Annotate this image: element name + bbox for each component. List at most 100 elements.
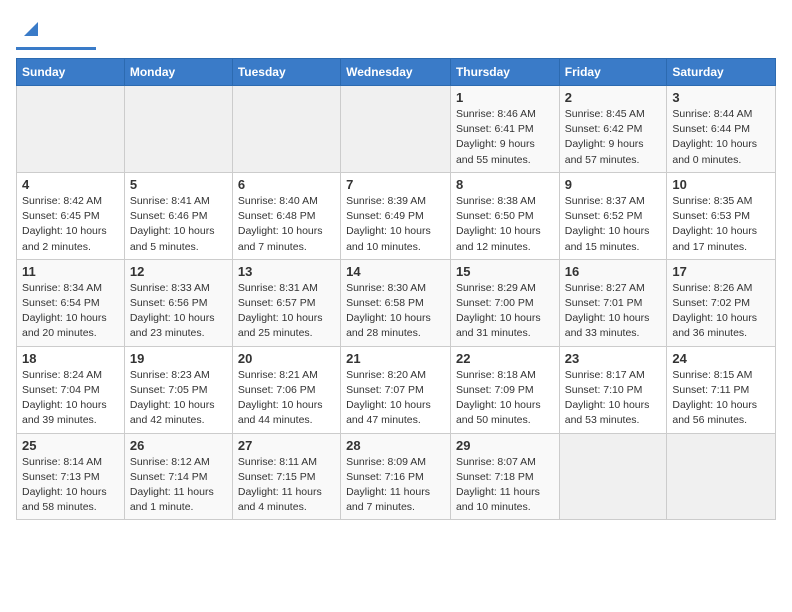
calendar-cell: 5 Sunrise: 8:41 AM Sunset: 6:46 PM Daylig… xyxy=(124,172,232,259)
day-info: Sunrise: 8:21 AM Sunset: 7:06 PM Dayligh… xyxy=(238,368,335,429)
day-number: 18 xyxy=(22,351,119,366)
day-number: 26 xyxy=(130,438,227,453)
day-number: 29 xyxy=(456,438,554,453)
calendar-cell: 20 Sunrise: 8:21 AM Sunset: 7:06 PM Dayli… xyxy=(232,346,340,433)
calendar-cell: 11 Sunrise: 8:34 AM Sunset: 6:54 PM Dayli… xyxy=(17,259,125,346)
calendar-cell: 26Sunrise: 8:12 AM Sunset: 7:14 PM Dayli… xyxy=(124,433,232,520)
day-number: 19 xyxy=(130,351,227,366)
day-info: Sunrise: 8:15 AM Sunset: 7:11 PM Dayligh… xyxy=(672,368,770,429)
calendar-cell: 23 Sunrise: 8:17 AM Sunset: 7:10 PM Dayli… xyxy=(559,346,667,433)
day-number: 16 xyxy=(565,264,662,279)
calendar-cell xyxy=(341,86,451,173)
day-number: 13 xyxy=(238,264,335,279)
calendar-cell: 10 Sunrise: 8:35 AM Sunset: 6:53 PM Dayli… xyxy=(667,172,776,259)
calendar-cell: 8Sunrise: 8:38 AM Sunset: 6:50 PM Daylig… xyxy=(450,172,559,259)
calendar-table: SundayMondayTuesdayWednesdayThursdayFrid… xyxy=(16,58,776,520)
day-number: 28 xyxy=(346,438,445,453)
header-tuesday: Tuesday xyxy=(232,59,340,86)
calendar-cell: 21 Sunrise: 8:20 AM Sunset: 7:07 PM Dayli… xyxy=(341,346,451,433)
day-number: 22 xyxy=(456,351,554,366)
day-info: Sunrise: 8:41 AM Sunset: 6:46 PM Dayligh… xyxy=(130,194,227,255)
header-sunday: Sunday xyxy=(17,59,125,86)
calendar-cell: 15 Sunrise: 8:29 AM Sunset: 7:00 PM Dayli… xyxy=(450,259,559,346)
calendar-cell: 7Sunrise: 8:39 AM Sunset: 6:49 PM Daylig… xyxy=(341,172,451,259)
header-saturday: Saturday xyxy=(667,59,776,86)
calendar-cell: 2 Sunrise: 8:45 AM Sunset: 6:42 PM Daylig… xyxy=(559,86,667,173)
calendar-week-2: 4 Sunrise: 8:42 AM Sunset: 6:45 PM Daylig… xyxy=(17,172,776,259)
day-info: Sunrise: 8:17 AM Sunset: 7:10 PM Dayligh… xyxy=(565,368,662,429)
day-number: 4 xyxy=(22,177,119,192)
logo xyxy=(16,16,96,50)
calendar-cell: 13Sunrise: 8:31 AM Sunset: 6:57 PM Dayli… xyxy=(232,259,340,346)
calendar-week-1: 1Sunrise: 8:46 AM Sunset: 6:41 PM Daylig… xyxy=(17,86,776,173)
day-number: 27 xyxy=(238,438,335,453)
day-number: 2 xyxy=(565,90,662,105)
calendar-cell: 28 Sunrise: 8:09 AM Sunset: 7:16 PM Dayli… xyxy=(341,433,451,520)
header-friday: Friday xyxy=(559,59,667,86)
calendar-week-3: 11 Sunrise: 8:34 AM Sunset: 6:54 PM Dayli… xyxy=(17,259,776,346)
calendar-cell: 25 Sunrise: 8:14 AM Sunset: 7:13 PM Dayli… xyxy=(17,433,125,520)
day-info: Sunrise: 8:24 AM Sunset: 7:04 PM Dayligh… xyxy=(22,368,119,429)
logo-icon xyxy=(20,18,42,40)
day-number: 17 xyxy=(672,264,770,279)
day-number: 1 xyxy=(456,90,554,105)
header-monday: Monday xyxy=(124,59,232,86)
calendar-cell xyxy=(559,433,667,520)
day-info: Sunrise: 8:14 AM Sunset: 7:13 PM Dayligh… xyxy=(22,455,119,516)
calendar-cell: 1Sunrise: 8:46 AM Sunset: 6:41 PM Daylig… xyxy=(450,86,559,173)
header-thursday: Thursday xyxy=(450,59,559,86)
calendar-cell: 4 Sunrise: 8:42 AM Sunset: 6:45 PM Daylig… xyxy=(17,172,125,259)
day-info: Sunrise: 8:37 AM Sunset: 6:52 PM Dayligh… xyxy=(565,194,662,255)
day-number: 20 xyxy=(238,351,335,366)
day-number: 15 xyxy=(456,264,554,279)
day-number: 9 xyxy=(565,177,662,192)
day-info: Sunrise: 8:18 AM Sunset: 7:09 PM Dayligh… xyxy=(456,368,554,429)
day-number: 12 xyxy=(130,264,227,279)
day-number: 6 xyxy=(238,177,335,192)
calendar-cell: 12 Sunrise: 8:33 AM Sunset: 6:56 PM Dayli… xyxy=(124,259,232,346)
calendar-header-row: SundayMondayTuesdayWednesdayThursdayFrid… xyxy=(17,59,776,86)
day-info: Sunrise: 8:27 AM Sunset: 7:01 PM Dayligh… xyxy=(565,281,662,342)
day-info: Sunrise: 8:35 AM Sunset: 6:53 PM Dayligh… xyxy=(672,194,770,255)
day-info: Sunrise: 8:30 AM Sunset: 6:58 PM Dayligh… xyxy=(346,281,445,342)
day-number: 21 xyxy=(346,351,445,366)
day-info: Sunrise: 8:11 AM Sunset: 7:15 PM Dayligh… xyxy=(238,455,335,516)
day-number: 5 xyxy=(130,177,227,192)
day-info: Sunrise: 8:44 AM Sunset: 6:44 PM Dayligh… xyxy=(672,107,770,168)
day-info: Sunrise: 8:29 AM Sunset: 7:00 PM Dayligh… xyxy=(456,281,554,342)
calendar-cell: 14 Sunrise: 8:30 AM Sunset: 6:58 PM Dayli… xyxy=(341,259,451,346)
day-info: Sunrise: 8:33 AM Sunset: 6:56 PM Dayligh… xyxy=(130,281,227,342)
calendar-cell: 19 Sunrise: 8:23 AM Sunset: 7:05 PM Dayli… xyxy=(124,346,232,433)
calendar-cell: 3 Sunrise: 8:44 AM Sunset: 6:44 PM Daylig… xyxy=(667,86,776,173)
day-info: Sunrise: 8:34 AM Sunset: 6:54 PM Dayligh… xyxy=(22,281,119,342)
day-number: 25 xyxy=(22,438,119,453)
day-info: Sunrise: 8:42 AM Sunset: 6:45 PM Dayligh… xyxy=(22,194,119,255)
day-info: Sunrise: 8:23 AM Sunset: 7:05 PM Dayligh… xyxy=(130,368,227,429)
calendar-cell xyxy=(667,433,776,520)
day-number: 10 xyxy=(672,177,770,192)
day-number: 11 xyxy=(22,264,119,279)
day-info: Sunrise: 8:39 AM Sunset: 6:49 PM Dayligh… xyxy=(346,194,445,255)
calendar-cell: 18 Sunrise: 8:24 AM Sunset: 7:04 PM Dayli… xyxy=(17,346,125,433)
day-number: 23 xyxy=(565,351,662,366)
day-info: Sunrise: 8:45 AM Sunset: 6:42 PM Dayligh… xyxy=(565,107,662,168)
day-number: 14 xyxy=(346,264,445,279)
calendar-week-4: 18 Sunrise: 8:24 AM Sunset: 7:04 PM Dayli… xyxy=(17,346,776,433)
calendar-cell: 16 Sunrise: 8:27 AM Sunset: 7:01 PM Dayli… xyxy=(559,259,667,346)
calendar-cell: 24Sunrise: 8:15 AM Sunset: 7:11 PM Dayli… xyxy=(667,346,776,433)
day-info: Sunrise: 8:09 AM Sunset: 7:16 PM Dayligh… xyxy=(346,455,445,516)
calendar-cell xyxy=(232,86,340,173)
logo-underline xyxy=(16,47,96,50)
calendar-cell xyxy=(17,86,125,173)
page-header xyxy=(16,16,776,50)
calendar-cell: 9 Sunrise: 8:37 AM Sunset: 6:52 PM Daylig… xyxy=(559,172,667,259)
calendar-cell: 6 Sunrise: 8:40 AM Sunset: 6:48 PM Daylig… xyxy=(232,172,340,259)
calendar-week-5: 25 Sunrise: 8:14 AM Sunset: 7:13 PM Dayli… xyxy=(17,433,776,520)
day-number: 3 xyxy=(672,90,770,105)
calendar-cell: 29Sunrise: 8:07 AM Sunset: 7:18 PM Dayli… xyxy=(450,433,559,520)
calendar-cell: 17Sunrise: 8:26 AM Sunset: 7:02 PM Dayli… xyxy=(667,259,776,346)
day-info: Sunrise: 8:40 AM Sunset: 6:48 PM Dayligh… xyxy=(238,194,335,255)
calendar-cell xyxy=(124,86,232,173)
day-info: Sunrise: 8:20 AM Sunset: 7:07 PM Dayligh… xyxy=(346,368,445,429)
calendar-cell: 27 Sunrise: 8:11 AM Sunset: 7:15 PM Dayli… xyxy=(232,433,340,520)
